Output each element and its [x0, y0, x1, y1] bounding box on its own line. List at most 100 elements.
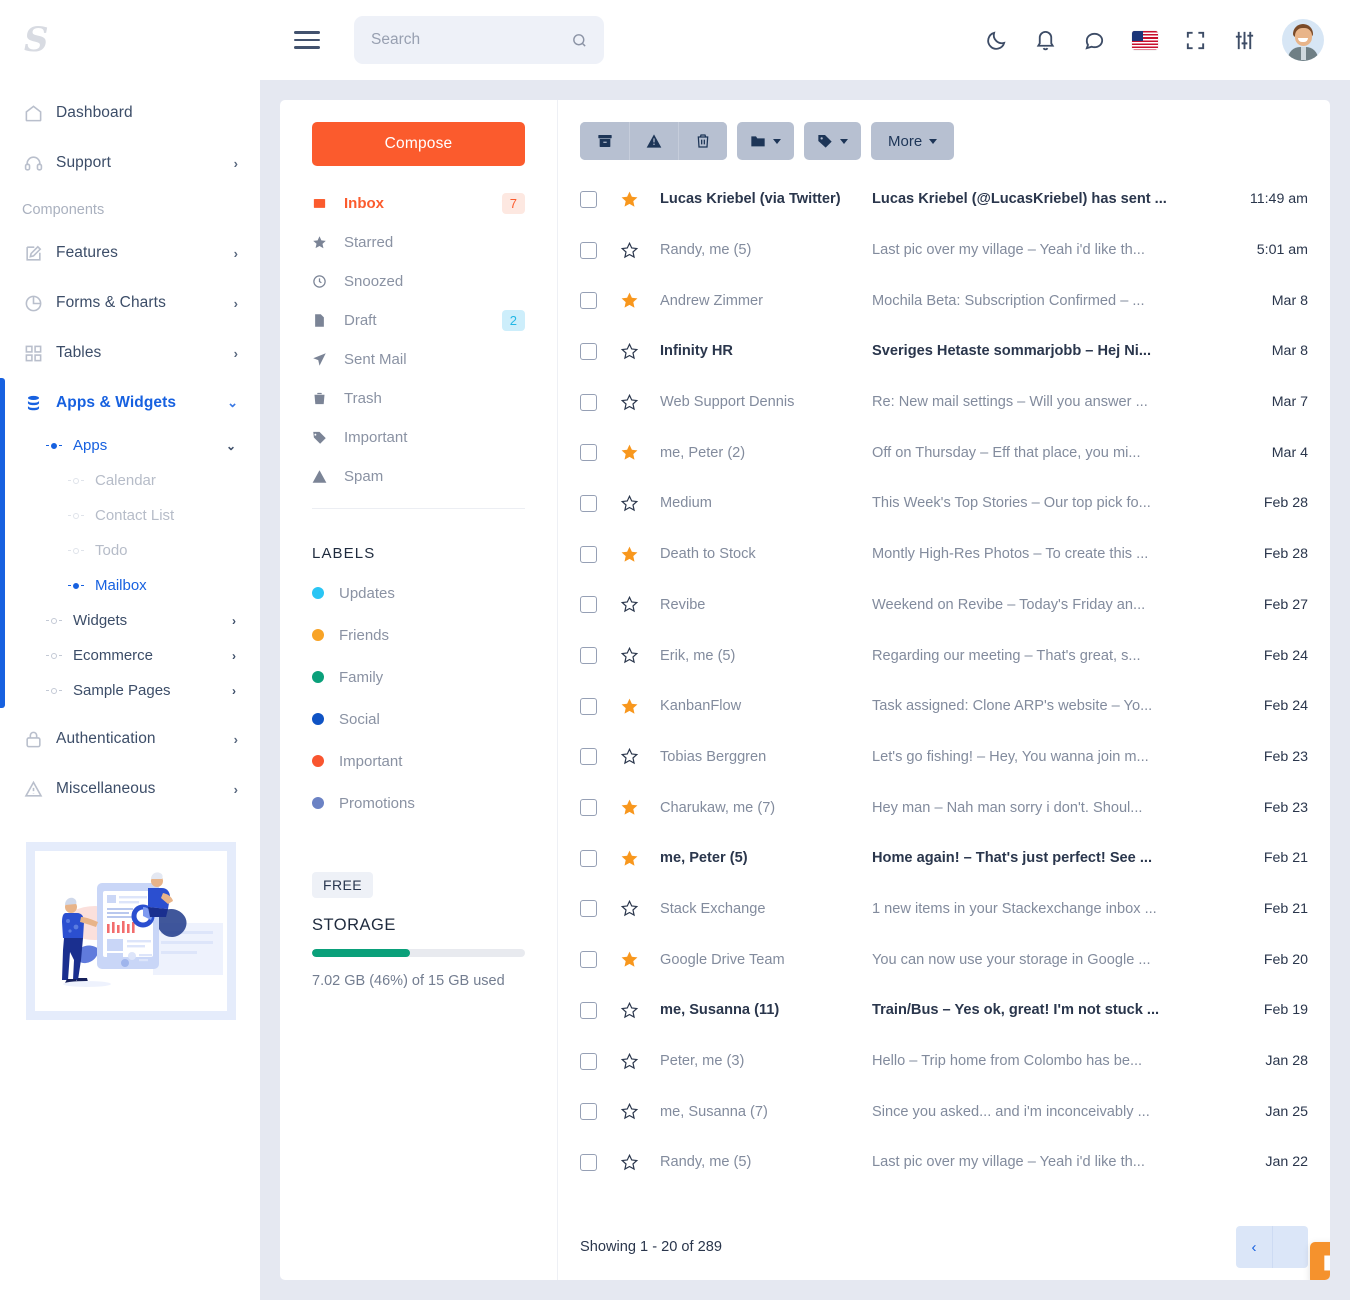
mail-row-checkbox[interactable] — [580, 849, 597, 867]
search-input[interactable] — [371, 31, 571, 49]
star-outline-icon[interactable] — [620, 747, 641, 766]
sliders-icon[interactable] — [1233, 29, 1256, 52]
fullscreen-icon[interactable] — [1184, 29, 1207, 52]
mail-row-checkbox[interactable] — [580, 1153, 597, 1171]
mail-row[interactable]: Lucas Kriebel (via Twitter) Lucas Kriebel… — [558, 174, 1330, 225]
label-item[interactable]: Promotions — [312, 782, 525, 824]
mail-row-checkbox[interactable] — [580, 545, 597, 563]
star-outline-icon[interactable] — [620, 1001, 641, 1020]
mail-row-checkbox[interactable] — [580, 596, 597, 614]
mail-folder-starred[interactable]: Starred — [312, 223, 525, 262]
mail-row[interactable]: Randy, me (5) Last pic over my village – … — [558, 225, 1330, 276]
mail-folder-sent-mail[interactable]: Sent Mail — [312, 340, 525, 379]
star-filled-icon[interactable] — [620, 950, 641, 969]
star-outline-icon[interactable] — [620, 899, 641, 918]
mail-row-checkbox[interactable] — [580, 241, 597, 259]
mail-row[interactable]: KanbanFlow Task assigned: Clone ARP's web… — [558, 681, 1330, 732]
archive-button[interactable] — [580, 122, 629, 160]
mail-row[interactable]: me, Susanna (7) Since you asked... and i'… — [558, 1086, 1330, 1137]
mail-folder-draft[interactable]: Draft 2 — [312, 301, 525, 340]
mail-row-checkbox[interactable] — [580, 951, 597, 969]
sidebar-item-apps-widgets[interactable]: Apps & Widgets ⌄ — [0, 378, 260, 428]
pagination-prev-button[interactable]: ‹ — [1236, 1226, 1272, 1268]
label-item[interactable]: Social — [312, 698, 525, 740]
mail-folder-inbox[interactable]: Inbox 7 — [312, 184, 525, 223]
sidebar-item-ecommerce[interactable]: Ecommerce › — [0, 638, 260, 673]
mail-row-checkbox[interactable] — [580, 444, 597, 462]
mail-folder-spam[interactable]: Spam — [312, 457, 525, 496]
mail-row[interactable]: Revibe Weekend on Revibe – Today's Friday… — [558, 580, 1330, 631]
star-filled-icon[interactable] — [620, 849, 641, 868]
sidebar-item-contact-list[interactable]: Contact List — [0, 498, 260, 533]
star-outline-icon[interactable] — [620, 646, 641, 665]
mail-row-checkbox[interactable] — [580, 342, 597, 360]
star-filled-icon[interactable] — [620, 291, 641, 310]
mail-row-checkbox[interactable] — [580, 1052, 597, 1070]
move-to-folder-button[interactable] — [737, 122, 794, 160]
mail-row-checkbox[interactable] — [580, 799, 597, 817]
mail-row[interactable]: me, Peter (2) Off on Thursday – Eff that … — [558, 427, 1330, 478]
sidebar-item-apps[interactable]: Apps ⌄ — [0, 428, 260, 463]
mail-row[interactable]: Infinity HR Sveriges Hetaste sommarjobb –… — [558, 326, 1330, 377]
mail-row-checkbox[interactable] — [580, 292, 597, 310]
mail-row-checkbox[interactable] — [580, 748, 597, 766]
label-item[interactable]: Important — [312, 740, 525, 782]
star-outline-icon[interactable] — [620, 595, 641, 614]
star-outline-icon[interactable] — [620, 393, 641, 412]
label-item[interactable]: Friends — [312, 614, 525, 656]
label-item[interactable]: Family — [312, 656, 525, 698]
star-filled-icon[interactable] — [620, 697, 641, 716]
star-filled-icon[interactable] — [620, 190, 641, 209]
sidebar-item-calendar[interactable]: Calendar — [0, 463, 260, 498]
sidebar-item-dashboard[interactable]: Dashboard — [0, 88, 260, 138]
hamburger-icon[interactable] — [294, 26, 320, 54]
mail-folder-snoozed[interactable]: Snoozed — [312, 262, 525, 301]
mail-row-checkbox[interactable] — [580, 647, 597, 665]
pagination-next-button[interactable] — [1272, 1226, 1308, 1268]
flag-us-icon[interactable] — [1132, 30, 1158, 50]
mail-row[interactable]: Medium This Week's Top Stories – Our top … — [558, 478, 1330, 529]
more-button[interactable]: More — [871, 122, 955, 160]
mail-row-checkbox[interactable] — [580, 393, 597, 411]
search-box[interactable] — [354, 16, 604, 64]
mail-folder-important[interactable]: Important — [312, 418, 525, 457]
mail-row-checkbox[interactable] — [580, 1001, 597, 1019]
sidebar-item-miscellaneous[interactable]: Miscellaneous › — [0, 764, 260, 814]
mail-row[interactable]: me, Peter (5) Home again! – That's just p… — [558, 833, 1330, 884]
mail-row[interactable]: Death to Stock Montly High-Res Photos – T… — [558, 529, 1330, 580]
sidebar-item-forms-charts[interactable]: Forms & Charts › — [0, 278, 260, 328]
mail-folder-trash[interactable]: Trash — [312, 379, 525, 418]
star-filled-icon[interactable] — [620, 545, 641, 564]
mail-row[interactable]: Randy, me (5) Last pic over my village – … — [558, 1137, 1330, 1188]
mail-row[interactable]: Stack Exchange 1 new items in your Stacke… — [558, 884, 1330, 935]
avatar[interactable] — [1282, 19, 1324, 61]
star-outline-icon[interactable] — [620, 342, 641, 361]
bell-icon[interactable] — [1034, 29, 1057, 52]
mail-row[interactable]: Andrew Zimmer Mochila Beta: Subscription … — [558, 275, 1330, 326]
label-item[interactable]: Updates — [312, 572, 525, 614]
sidebar-item-mailbox[interactable]: Mailbox — [0, 568, 260, 603]
sidebar-item-todo[interactable]: Todo — [0, 533, 260, 568]
brand-logo[interactable]: S — [0, 0, 260, 80]
report-spam-button[interactable] — [629, 122, 678, 160]
star-filled-icon[interactable] — [620, 798, 641, 817]
new-message-fab[interactable] — [1310, 1242, 1330, 1280]
sidebar-item-authentication[interactable]: Authentication › — [0, 714, 260, 764]
mail-row-checkbox[interactable] — [580, 697, 597, 715]
star-outline-icon[interactable] — [620, 494, 641, 513]
mail-row-checkbox[interactable] — [580, 1103, 597, 1121]
mail-row[interactable]: Tobias Berggren Let's go fishing! – Hey, … — [558, 732, 1330, 783]
mail-row[interactable]: Peter, me (3) Hello – Trip home from Colo… — [558, 1036, 1330, 1087]
mail-row[interactable]: Web Support Dennis Re: New mail settings … — [558, 377, 1330, 428]
sidebar-item-features[interactable]: Features › — [0, 228, 260, 278]
mail-row-checkbox[interactable] — [580, 900, 597, 918]
mail-row-checkbox[interactable] — [580, 190, 597, 208]
apply-label-button[interactable] — [804, 122, 861, 160]
sidebar-item-tables[interactable]: Tables › — [0, 328, 260, 378]
star-outline-icon[interactable] — [620, 1153, 641, 1172]
mail-row[interactable]: me, Susanna (11) Train/Bus – Yes ok, grea… — [558, 985, 1330, 1036]
mail-row[interactable]: Charukaw, me (7) Hey man – Nah man sorry … — [558, 782, 1330, 833]
delete-button[interactable] — [678, 122, 727, 160]
chat-icon[interactable] — [1083, 29, 1106, 52]
sidebar-item-support[interactable]: Support › — [0, 138, 260, 188]
